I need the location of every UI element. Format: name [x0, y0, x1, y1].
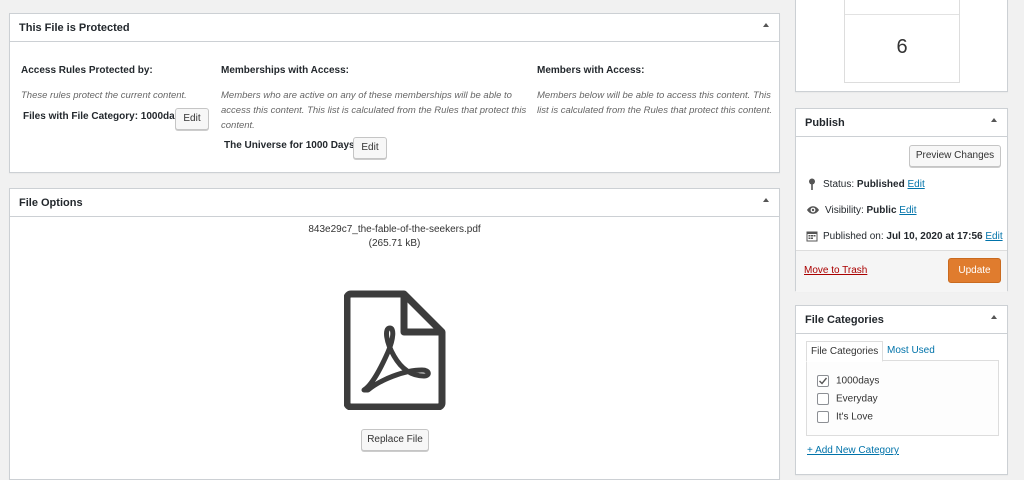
visibility-value: Public: [866, 205, 897, 216]
membership-value: The Universe for 1000 Days: [224, 140, 355, 151]
published-edit-link[interactable]: Edit: [985, 231, 1002, 242]
replace-file-button[interactable]: Replace File: [361, 429, 429, 451]
protected-box-header[interactable]: This File is Protected: [10, 14, 779, 42]
tab-file-categories[interactable]: File Categories: [806, 341, 884, 362]
edit-access-rules-button[interactable]: Edit: [175, 108, 209, 130]
access-rules-heading: Access Rules Protected by:: [21, 65, 153, 76]
memberships-description: Members who are active on any of these m…: [221, 90, 527, 131]
status-row: Status: Published Edit: [806, 178, 925, 192]
collapse-arrow-icon[interactable]: [991, 315, 997, 319]
category-item-1000days[interactable]: 1000days: [817, 375, 879, 387]
visibility-edit-link[interactable]: Edit: [899, 205, 916, 216]
collapse-arrow-icon[interactable]: [991, 118, 997, 122]
visibility-label: Visibility:: [825, 205, 864, 216]
category-label: Everyday: [836, 393, 878, 405]
file-name: 843e29c7_the-fable-of-the-seekers.pdf: [308, 224, 481, 235]
publish-title: Publish: [805, 117, 845, 129]
file-categories-header[interactable]: File Categories: [796, 306, 1007, 334]
memberships-heading: Memberships with Access:: [221, 65, 350, 76]
category-label: 1000days: [836, 375, 880, 387]
status-value: Published: [856, 179, 905, 190]
category-item-its-love[interactable]: It's Love: [817, 411, 873, 423]
checkbox-checked[interactable]: [817, 375, 829, 387]
checkbox[interactable]: [817, 411, 829, 423]
protected-box-title: This File is Protected: [19, 22, 130, 34]
publish-actions: Move to Trash Update: [796, 250, 1007, 292]
eye-icon: [807, 206, 819, 215]
update-button[interactable]: Update: [948, 258, 1001, 283]
access-rules-description: These rules protect the current content.: [21, 90, 187, 101]
published-row: Published on: Jul 10, 2020 at 17:56 Edit: [806, 230, 1003, 244]
visibility-row: Visibility: Public Edit: [806, 204, 917, 218]
published-value: Jul 10, 2020 at 17:56: [886, 231, 983, 242]
category-item-everyday[interactable]: Everyday: [817, 393, 878, 405]
published-label: Published on:: [823, 231, 884, 242]
edit-memberships-button[interactable]: Edit: [353, 137, 387, 159]
publish-header[interactable]: Publish: [796, 109, 1007, 137]
calendar-icon: [806, 231, 818, 242]
file-size: (265.71 kB): [368, 238, 421, 249]
collapse-arrow-icon[interactable]: [763, 198, 769, 202]
counter-tile: 6: [844, 0, 960, 83]
preview-changes-button[interactable]: Preview Changes: [909, 145, 1001, 167]
file-options-title: File Options: [19, 197, 83, 209]
counter-value: 6: [896, 36, 908, 58]
pdf-file-icon: [344, 290, 446, 410]
checkbox[interactable]: [817, 393, 829, 405]
file-categories-title: File Categories: [805, 314, 884, 326]
status-edit-link[interactable]: Edit: [908, 179, 925, 190]
add-new-category-link[interactable]: + Add New Category: [807, 445, 899, 456]
file-options-header[interactable]: File Options: [10, 189, 779, 217]
category-label: It's Love: [836, 411, 873, 423]
status-label: Status:: [823, 179, 855, 190]
pin-icon: [809, 178, 815, 191]
file-options-box: File Options 843e29c7_the-fable-of-the-s…: [9, 188, 780, 480]
protected-box: This File is Protected Access Rules Prot…: [9, 13, 780, 173]
tab-most-used[interactable]: Most Used: [887, 341, 935, 360]
publish-box: Publish Preview Changes Status: Publishe…: [795, 108, 1008, 292]
members-heading: Members with Access:: [537, 65, 645, 76]
collapse-arrow-icon[interactable]: [763, 23, 769, 27]
access-rule-value: Files with File Category: 1000days: [23, 111, 186, 122]
counter-box: 6: [795, 0, 1008, 92]
members-description: Members below will be able to access thi…: [537, 90, 772, 116]
counter-tile-divider: [845, 14, 959, 15]
move-to-trash-link[interactable]: Move to Trash: [804, 265, 867, 276]
checkmark-icon: [819, 377, 828, 385]
file-categories-box: File Categories File Categories Most Use…: [795, 305, 1008, 475]
